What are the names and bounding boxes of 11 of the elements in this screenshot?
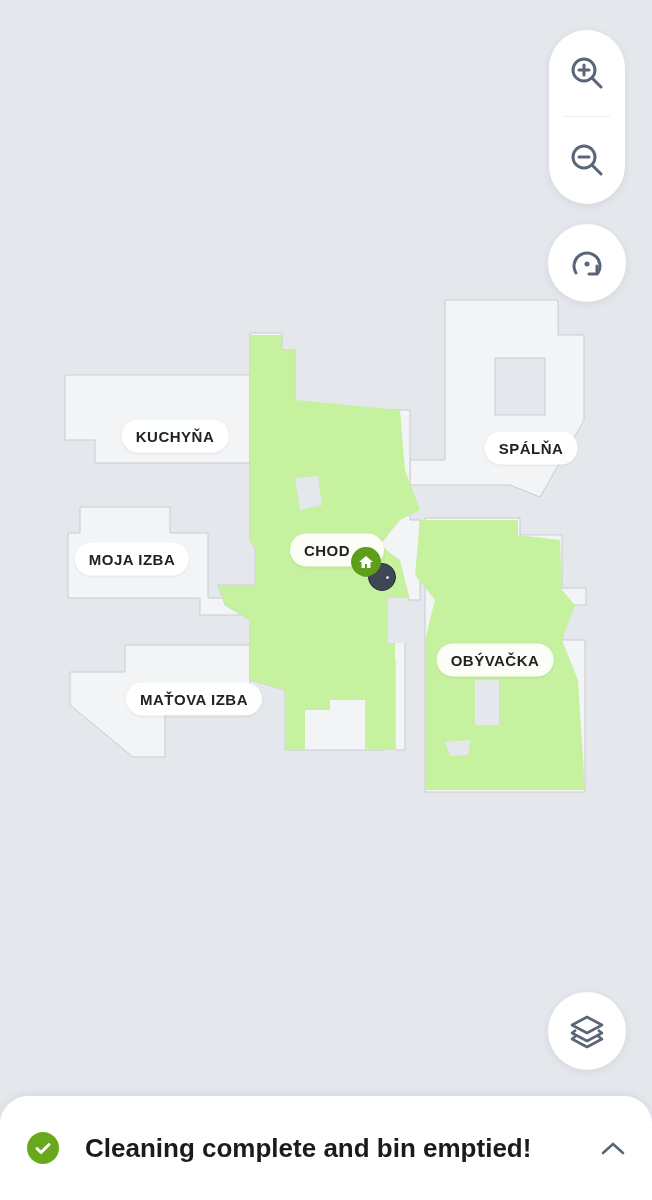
zoom-out-icon: [569, 142, 605, 178]
room-label[interactable]: KUCHYŇA: [121, 419, 229, 453]
check-icon: [26, 1131, 60, 1165]
zoom-in-icon: [569, 55, 605, 91]
caret-icon[interactable]: [600, 1140, 626, 1156]
room-label[interactable]: OBÝVAČKA: [436, 643, 554, 677]
room-label[interactable]: SPÁLŇA: [484, 431, 578, 465]
home-icon: [350, 546, 382, 578]
room-label[interactable]: MOJA IZBA: [74, 542, 190, 576]
room-label[interactable]: MAŤOVA IZBA: [126, 682, 262, 716]
notification-message: Cleaning complete and bin emptied!: [85, 1132, 533, 1164]
